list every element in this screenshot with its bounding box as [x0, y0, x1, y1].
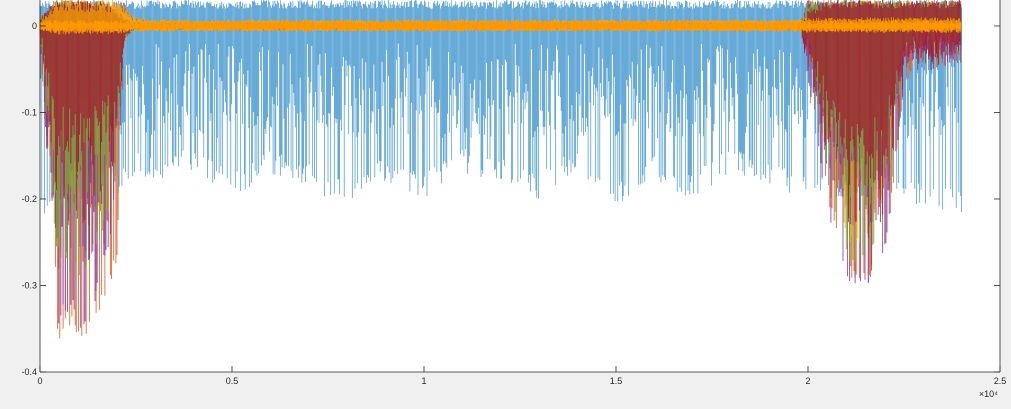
- y-tick-label: -0.2: [21, 194, 37, 204]
- x-exponent-label: ×10⁴: [979, 389, 998, 399]
- x-tick-label: 1.5: [610, 376, 623, 386]
- y-tick-label: 0: [32, 21, 37, 31]
- y-tick-label: -0.3: [21, 280, 37, 290]
- x-tick-label: 2.5: [994, 376, 1007, 386]
- x-tick-label: 1: [421, 376, 426, 386]
- y-tick-label: -0.4: [21, 367, 37, 377]
- x-tick-label: 2: [805, 376, 810, 386]
- plot-figure: 0 0.5 1 1.5 2 2.5 0 -0.1 -0.2 -0.3 -0.4 ×10⁴: [0, 0, 1011, 404]
- y-tick-label: -0.1: [21, 107, 37, 117]
- x-tick-label: 0: [37, 376, 42, 386]
- x-tick-label: 0.5: [226, 376, 239, 386]
- plot-svg: 0 0.5 1 1.5 2 2.5 0 -0.1 -0.2 -0.3 -0.4 ×10⁴: [21, 0, 1007, 399]
